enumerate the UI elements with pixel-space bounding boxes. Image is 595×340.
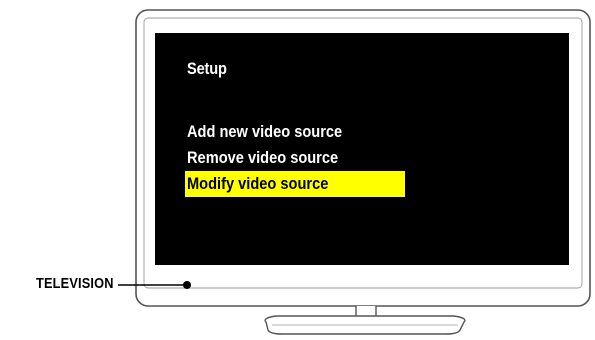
menu-title: Setup: [187, 59, 227, 78]
menu-item-modify-video-source[interactable]: Modify video source: [185, 171, 405, 197]
menu-list: Add new video source Remove video source…: [185, 119, 405, 197]
callout-dot: [183, 281, 191, 289]
tv-screen-content: Setup Add new video source Remove video …: [155, 33, 569, 265]
menu-item-add-video-source[interactable]: Add new video source: [185, 119, 405, 145]
television-callout-label: TELEVISION: [36, 276, 114, 292]
menu-item-remove-video-source[interactable]: Remove video source: [185, 145, 405, 171]
